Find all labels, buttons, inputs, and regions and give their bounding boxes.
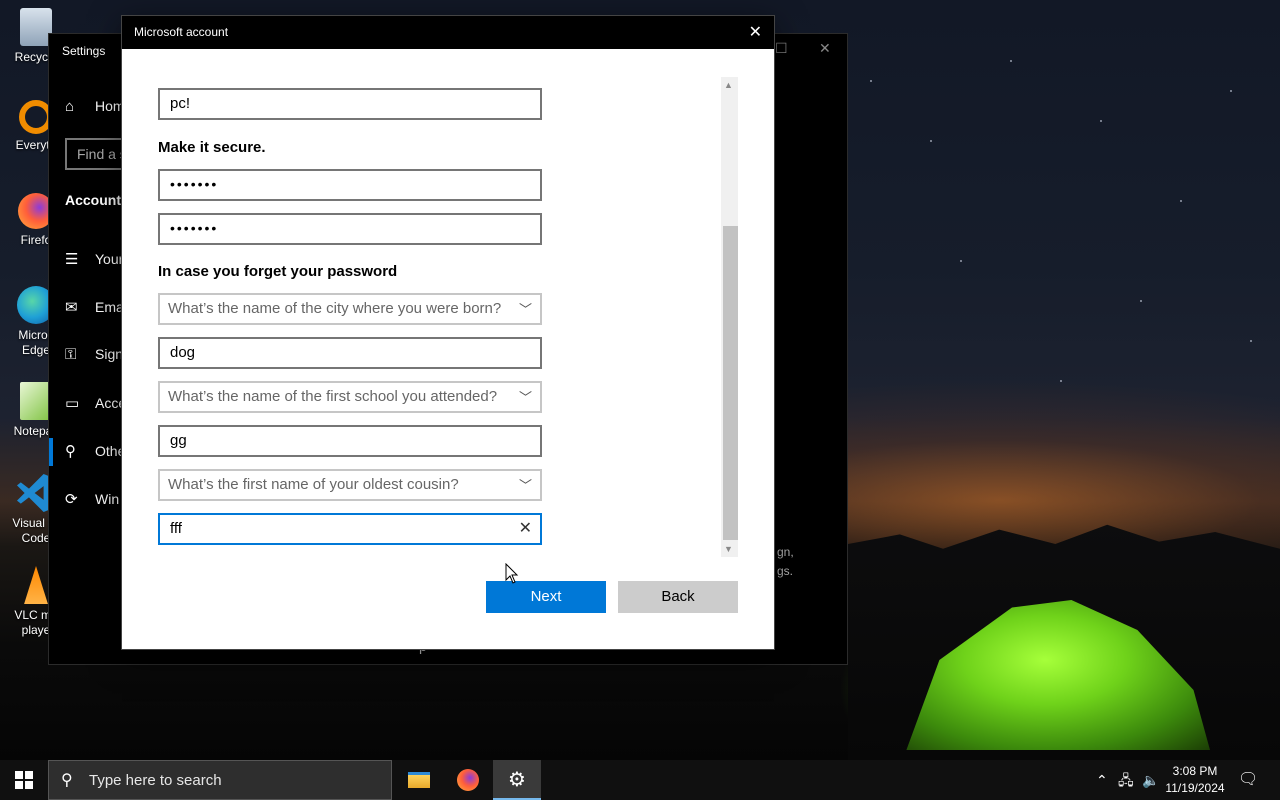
chevron-down-icon: ﹀ bbox=[518, 302, 532, 317]
clear-text-icon[interactable]: ✕ bbox=[519, 518, 532, 538]
desktop-icon-label: Firefo bbox=[20, 233, 52, 247]
firefox-icon[interactable] bbox=[444, 760, 492, 800]
sidebar-item-access[interactable]: ▭ Acce bbox=[65, 394, 126, 412]
security-question-2-select[interactable]: What’s the name of the first school you … bbox=[158, 381, 542, 413]
selected-indicator bbox=[49, 438, 53, 466]
back-button[interactable]: Back bbox=[618, 581, 738, 613]
security-answer-3-value: fff bbox=[170, 520, 182, 537]
sidebar-item-label: Your bbox=[95, 251, 124, 267]
clock-date: 11/19/2024 bbox=[1165, 781, 1225, 795]
settings-text-fragment: gn, bbox=[777, 545, 794, 559]
settings-search-placeholder: Find a s bbox=[77, 146, 127, 162]
settings-home-label: Hom bbox=[95, 98, 125, 114]
security-question-2-placeholder: What’s the name of the first school you … bbox=[168, 388, 498, 405]
taskbar: ⚲ Type here to search ⚙ ⌃ 🖧 🔈 3:08 PM 11… bbox=[0, 760, 1280, 800]
confirm-password-field[interactable]: ••••••• bbox=[158, 213, 542, 245]
search-icon: ⚲ bbox=[61, 772, 73, 789]
sidebar-item-sign-in[interactable]: ⚿ Sign bbox=[65, 346, 123, 363]
windows-logo-icon bbox=[15, 771, 33, 789]
sidebar-item-other-users[interactable]: ⚲ Othe bbox=[65, 442, 125, 460]
settings-section-title: Accounts bbox=[65, 192, 129, 208]
file-explorer-icon[interactable] bbox=[395, 760, 443, 800]
network-icon[interactable]: 🖧 bbox=[1118, 760, 1134, 800]
security-answer-2-field[interactable]: gg bbox=[158, 425, 542, 457]
chevron-down-icon: ﹀ bbox=[518, 390, 532, 405]
next-button[interactable]: Next bbox=[486, 581, 606, 613]
dialog-scrollbar-thumb[interactable] bbox=[723, 226, 738, 540]
mail-icon: ✉ bbox=[65, 299, 78, 316]
scroll-down-icon[interactable]: ▼ bbox=[724, 544, 733, 554]
sidebar-item-sync[interactable]: ⟳ Win bbox=[65, 490, 119, 508]
username-field[interactable]: pc! bbox=[158, 88, 542, 120]
sidebar-item-your-info[interactable]: ☰ Your bbox=[65, 250, 123, 268]
settings-title: Settings bbox=[62, 44, 106, 58]
briefcase-icon: ▭ bbox=[65, 395, 80, 412]
make-secure-label: Make it secure. bbox=[158, 139, 266, 156]
mouse-cursor-icon bbox=[505, 563, 519, 584]
sidebar-item-email[interactable]: ✉ Ema bbox=[65, 298, 124, 316]
close-icon[interactable]: ✕ bbox=[749, 22, 762, 42]
home-icon: ⌂ bbox=[65, 98, 75, 115]
settings-gear-icon[interactable]: ⚙ bbox=[493, 760, 541, 800]
taskbar-clock[interactable]: 3:08 PM 11/19/2024 bbox=[1160, 763, 1230, 797]
sidebar-item-label: Ema bbox=[95, 299, 124, 315]
security-question-1-select[interactable]: What’s the name of the city where you we… bbox=[158, 293, 542, 325]
settings-text-fragment: gs. bbox=[777, 564, 794, 578]
key-icon: ⚿ bbox=[65, 346, 77, 363]
microsoft-account-dialog: Microsoft account ✕ pc! Make it secure. … bbox=[122, 16, 774, 649]
notification-icon[interactable]: 🗨 bbox=[1238, 760, 1258, 800]
password-value: ••••••• bbox=[170, 176, 219, 192]
confirm-password-value: ••••••• bbox=[170, 220, 219, 236]
dialog-titlebar: Microsoft account ✕ bbox=[122, 16, 774, 49]
security-answer-1-value: dog bbox=[170, 344, 196, 361]
chevron-down-icon: ﹀ bbox=[518, 478, 532, 493]
password-field[interactable]: ••••••• bbox=[158, 169, 542, 201]
settings-home[interactable]: ⌂ Hom bbox=[65, 98, 125, 115]
sidebar-item-label: Win bbox=[95, 491, 120, 507]
person-add-icon: ⚲ bbox=[65, 443, 76, 460]
close-icon[interactable]: ✕ bbox=[819, 40, 831, 57]
dialog-title: Microsoft account bbox=[134, 25, 229, 39]
taskbar-search-placeholder: Type here to search bbox=[89, 772, 222, 789]
forget-password-label: In case you forget your password bbox=[158, 263, 398, 280]
sync-icon: ⟳ bbox=[65, 491, 78, 508]
sidebar-item-label: Sign bbox=[95, 346, 124, 362]
start-button[interactable] bbox=[0, 760, 48, 800]
clock-time: 3:08 PM bbox=[1172, 764, 1218, 778]
scroll-up-icon[interactable]: ▲ bbox=[724, 80, 733, 90]
volume-muted-icon[interactable]: 🔈 bbox=[1142, 760, 1159, 800]
security-answer-1-field[interactable]: dog bbox=[158, 337, 542, 369]
security-question-1-placeholder: What’s the name of the city where you we… bbox=[168, 300, 502, 317]
security-question-3-placeholder: What’s the first name of your oldest cou… bbox=[168, 476, 459, 493]
taskbar-search-input[interactable]: ⚲ Type here to search bbox=[48, 760, 392, 800]
username-value: pc! bbox=[170, 95, 191, 112]
security-question-3-select[interactable]: What’s the first name of your oldest cou… bbox=[158, 469, 542, 501]
security-answer-2-value: gg bbox=[170, 432, 187, 449]
person-list-icon: ☰ bbox=[65, 251, 79, 268]
chevron-up-icon[interactable]: ⌃ bbox=[1096, 760, 1108, 800]
security-answer-3-field[interactable]: fff ✕ bbox=[158, 513, 542, 545]
maximize-icon[interactable]: ☐ bbox=[775, 40, 788, 57]
sidebar-item-label: Othe bbox=[95, 443, 126, 459]
